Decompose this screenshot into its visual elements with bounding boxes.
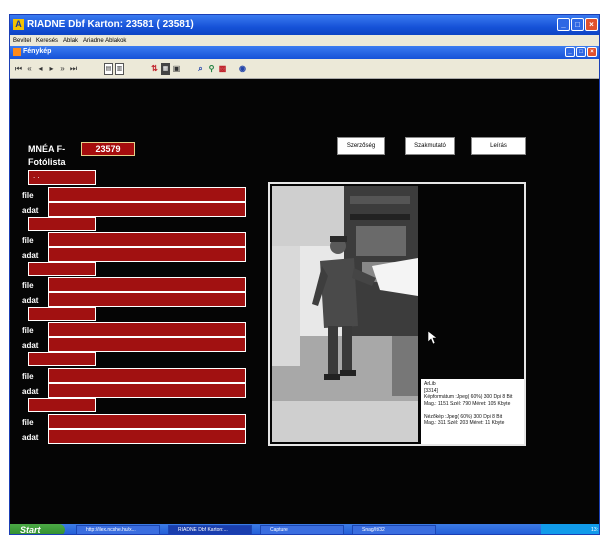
mnea-label: MNÉA F- [28,144,66,154]
info-line-7: Mag.: 311 Szél: 203 Méret: 11 Kbyte [424,420,505,426]
child-title-bar[interactable]: Fénykép _ □ × [10,46,599,59]
copy-document-icon[interactable]: ▥ [115,63,124,75]
print-icon[interactable]: ▣ [172,63,181,75]
taskbar-item-riadne[interactable]: RIADNE Dbf Karton:... [168,525,252,534]
taskbar: Start http://ilex.ncshe.hu/x... RIADNE D… [10,524,599,534]
file-field-1[interactable] [48,187,246,202]
next-icon[interactable]: ▸ [47,63,56,75]
index-field-3[interactable] [28,307,96,321]
adat-field-2[interactable] [48,247,246,262]
first-icon[interactable]: ⏮ [14,63,23,75]
sort-icon[interactable]: ⇅ [150,63,159,75]
file-label: file [22,281,34,290]
adat-field-6[interactable] [48,429,246,444]
adat-field-4[interactable] [48,337,246,352]
taskbar-item-browser[interactable]: http://ilex.ncshe.hu/x... [76,525,160,534]
app-logo-icon: A [13,19,24,30]
index-field-4[interactable] [28,352,96,366]
adat-label: adat [22,251,39,260]
child-maximize-button[interactable]: □ [576,47,586,57]
adat-field-3[interactable] [48,292,246,307]
child-window-title: Fénykép [23,48,52,55]
adat-field-5[interactable] [48,383,246,398]
child-close-button[interactable]: × [587,47,597,57]
fotolista-label: Fotólista [28,157,66,167]
file-field-5[interactable] [48,368,246,383]
image-info-panel: ArLib [3314] Képformátum :Jpeg( 60%) 300… [421,379,524,444]
taskbar-item-snagit[interactable]: Snag/It/32 [352,525,436,534]
system-tray: 13: [541,524,599,534]
index-field-5[interactable] [28,398,96,412]
mnea-field[interactable]: 23579 [81,142,135,156]
prev-icon[interactable]: ◂ [36,63,45,75]
toolbar: ⏮ « ◂ ▸ » ⏭ ▤ ▥ ⇅ ▦ ▣ ⌕ ⚲ ▩ ◉ [10,59,599,79]
search-icon[interactable]: ⌕ [196,63,205,75]
fotolista-field[interactable]: . . [28,170,96,185]
file-label: file [22,326,34,335]
photo-viewer[interactable]: ArLib [3314] Képformátum :Jpeg( 60%) 300… [268,182,526,446]
index-field-1[interactable] [28,217,96,231]
adat-label: adat [22,433,39,442]
tray-clock: 13: [591,527,598,533]
menu-bevitel[interactable]: Bevitel [13,38,31,44]
title-bar[interactable]: A RIADNE Dbf Karton: 23581 ( 23581) _ □ … [10,15,599,35]
application-window: A RIADNE Dbf Karton: 23581 ( 23581) _ □ … [9,14,600,535]
mouse-cursor-icon [428,331,437,345]
last-icon[interactable]: ⏭ [69,63,78,75]
grid-icon[interactable]: ▦ [161,63,170,75]
document-icon[interactable]: ▤ [104,63,113,75]
child-minimize-button[interactable]: _ [565,47,575,57]
photo-image [272,186,418,442]
file-label: file [22,236,34,245]
menu-bar: Bevitel Keresés Ablak Ariadne Ablakok [10,35,599,46]
menu-kereses[interactable]: Keresés [36,38,58,44]
info-line-4: Mag.: 1151 Szél: 790 Méret: 105 Kbyte [424,400,511,407]
adat-label: adat [22,387,39,396]
adat-label: adat [22,296,39,305]
next-page-icon[interactable]: » [58,63,67,75]
window-title: RIADNE Dbf Karton: 23581 ( 23581) [27,19,194,30]
minimize-button[interactable]: _ [557,18,570,31]
menu-ablak[interactable]: Ablak [63,38,78,44]
file-label: file [22,418,34,427]
settings-icon[interactable]: ◉ [238,63,247,75]
file-label: file [22,372,34,381]
maximize-button[interactable]: □ [571,18,584,31]
file-field-4[interactable] [48,322,246,337]
szakmutato-button[interactable]: Szakmutató [405,137,455,155]
szerzoseg-button[interactable]: Szerzőség [337,137,385,155]
file-label: file [22,191,34,200]
export-icon[interactable]: ▩ [218,63,227,75]
file-field-3[interactable] [48,277,246,292]
prev-page-icon[interactable]: « [25,63,34,75]
filter-icon[interactable]: ⚲ [207,63,216,75]
photo-window-icon [13,48,21,56]
index-field-2[interactable] [28,262,96,276]
close-button[interactable]: × [585,18,598,31]
start-button[interactable]: Start [10,524,65,534]
menu-ariadne-ablakok[interactable]: Ariadne Ablakok [83,38,126,44]
archival-photo [272,186,418,442]
adat-field-1[interactable] [48,202,246,217]
file-field-6[interactable] [48,414,246,429]
taskbar-item-capture[interactable]: Capture [260,525,344,534]
leiras-button[interactable]: Leírás [471,137,526,155]
file-field-2[interactable] [48,232,246,247]
adat-label: adat [22,341,39,350]
info-line-3: Képformátum :Jpeg( 60%) 300 Dpi 8 Bit [424,394,513,400]
adat-label: adat [22,206,39,215]
